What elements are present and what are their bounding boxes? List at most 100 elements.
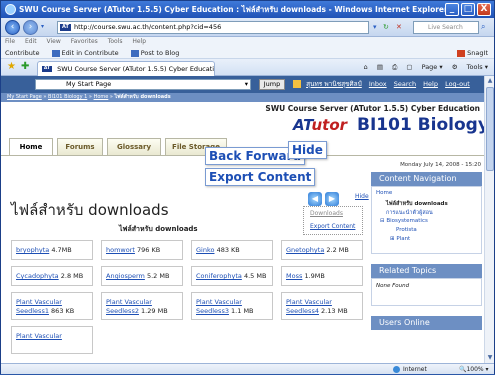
jump-select[interactable]: My Start Page ▾ [35,79,251,90]
next-arrow-icon[interactable]: ▶ [325,192,339,206]
menu-file[interactable]: File [5,38,15,45]
menu-edit[interactable]: Edit [25,38,37,45]
contribute-icon [51,49,60,57]
close-button[interactable]: X [477,3,491,16]
history-dropdown-icon[interactable]: ▾ [41,23,44,30]
scroll-up-icon[interactable]: ▲ [485,76,494,86]
file-link[interactable]: Plant Vascular [16,332,62,340]
snagit-icon [457,49,466,57]
file-link[interactable]: homwort [106,246,135,254]
related-topics-empty: None Found [376,283,410,289]
add-favorite-icon[interactable]: ✚ [21,62,29,72]
file-link[interactable]: Coniferophyta [196,272,242,280]
tab-home[interactable]: Home [9,138,53,156]
home-icon[interactable]: ⌂ [364,63,368,71]
zoom-level[interactable]: 🔍100% ▾ [459,364,489,375]
title-bar: SWU Course Server (ATutor 1.5.5) Cyber E… [1,1,494,18]
snagit-button[interactable]: SnagIt [457,47,488,59]
zone-label: Internet [403,366,427,373]
export-content-link[interactable]: Export Content [310,223,355,230]
previous-arrow-icon[interactable]: ◀ [308,192,322,206]
file-size: 1.29 MB [141,307,168,315]
file-link[interactable]: Gnetophyta [286,246,324,254]
content-toolbox: Downloads Export Content [303,206,363,235]
file-link[interactable]: Moss [286,272,302,280]
menu-favorites[interactable]: Favorites [71,38,98,45]
menu-bar: File Edit View Favorites Tools Help [1,37,494,47]
page-menu[interactable]: ▢ Page ▾ [406,63,442,71]
file-cell: Plant Vascular Seedless4 2.13 MB [281,292,363,320]
logout-link[interactable]: Log-out [445,80,470,88]
breadcrumb-course[interactable]: BI101 Biology 1 [48,94,87,100]
scrollbar-thumb[interactable] [486,87,494,171]
nav-home-link[interactable]: Home [376,190,392,196]
breadcrumb-home[interactable]: Home [94,94,109,100]
breadcrumb-start-page[interactable]: My Start Page [7,94,42,100]
jump-select-value: My Start Page [66,80,112,88]
file-link[interactable]: Angiosperm [106,272,145,280]
refresh-icon[interactable]: ↻ [383,21,389,34]
nav-item-protista[interactable]: Protista [396,227,417,233]
inbox-link[interactable]: Inbox [369,80,387,88]
file-size: 2.13 MB [321,307,348,315]
zoom-value: 100% [466,366,484,373]
feeds-icon[interactable]: ▤ [377,63,383,71]
link-contribute[interactable]: Contribute [5,49,39,57]
file-cell: Coniferophyta 4.5 MB [191,266,273,286]
nav-item-plant[interactable]: ⊞ Plant [390,236,410,242]
minimize-button[interactable]: _ [445,3,459,16]
tab-glossary[interactable]: Glossary [107,138,161,156]
tab-forums[interactable]: Forums [57,138,103,156]
stop-icon[interactable]: ✕ [396,21,402,34]
address-bar-row: ‹ › ▾ AT http://course.swu.ac.th/content… [1,18,494,37]
print-icon[interactable]: ⎙ [392,63,397,71]
search-input[interactable]: Live Search [413,21,479,34]
nav-item-intro[interactable]: การแนะนำตัวผู้สอน [386,209,433,217]
search-icon[interactable]: ⌕ [481,21,492,34]
page-menu-label: Page [421,63,438,71]
file-cell: Moss 1.9MB [281,266,363,286]
globe-icon [393,366,400,373]
vertical-scrollbar[interactable]: ▲ ▼ [484,76,494,363]
file-size: 863 KB [51,307,75,315]
file-cell: homwort 796 KB [101,240,183,260]
file-link[interactable]: Ginko [196,246,214,254]
address-dropdown-icon[interactable]: ▾ [373,21,377,34]
favorites-star-icon[interactable]: ★ [7,62,16,72]
file-size: 4.5 MB [243,272,267,280]
address-field[interactable]: AT http://course.swu.ac.th/content.php?c… [57,21,369,34]
link-post-to-blog[interactable]: Post to Blog [130,49,179,57]
menu-view[interactable]: View [47,38,61,45]
breadcrumb: My Start Page » BI101 Biology 1 » Home »… [1,93,484,102]
menu-help[interactable]: Help [132,38,146,45]
callout-export-content: Export Content [205,168,316,186]
link-edit-in-contribute[interactable]: Edit in Contribute [51,49,119,57]
nav-item-plant-label: Plant [396,236,411,242]
file-cell: bryophyta 4.7MB [11,240,93,260]
window-controls: _ □ X [445,3,491,16]
atutor-logo[interactable]: ATutor [293,116,347,134]
maximize-button[interactable]: □ [461,3,475,16]
jump-button[interactable]: Jump [259,79,285,90]
tools-menu[interactable]: ⚙ Tools ▾ [452,63,488,71]
forward-button[interactable]: › [23,20,38,35]
user-name-link[interactable]: สุนทร พานิชสุขศิลป์ [306,80,362,88]
browser-tab[interactable]: AT SWU Course Server (ATutor 1.5.5) Cybe… [37,61,215,76]
downloads-link[interactable]: Downloads [310,210,343,217]
date-display: Monday July 14, 2008 - 15:20 [400,162,481,168]
file-link[interactable]: Cycadophyta [16,272,59,280]
server-name: SWU Course Server (ATutor 1.5.5) Cyber E… [265,104,480,113]
file-link[interactable]: bryophyta [16,246,49,254]
logo-at: AT [293,116,312,134]
nav-item-biosystematics[interactable]: ⊟ Biosystematics [380,218,428,224]
back-button[interactable]: ‹ [5,20,20,35]
file-size: 2.2 MB [326,246,349,254]
file-size: 2.8 MB [60,272,84,280]
file-size: 483 KB [216,246,240,254]
help-link[interactable]: Help [423,80,438,88]
scroll-down-icon[interactable]: ▼ [485,353,494,363]
user-links: สุนทร พานิชสุขศิลป์ Inbox Search Help Lo… [293,79,475,90]
menu-tools[interactable]: Tools [108,38,123,45]
search-link[interactable]: Search [394,80,416,88]
hide-link[interactable]: Hide [355,193,369,200]
